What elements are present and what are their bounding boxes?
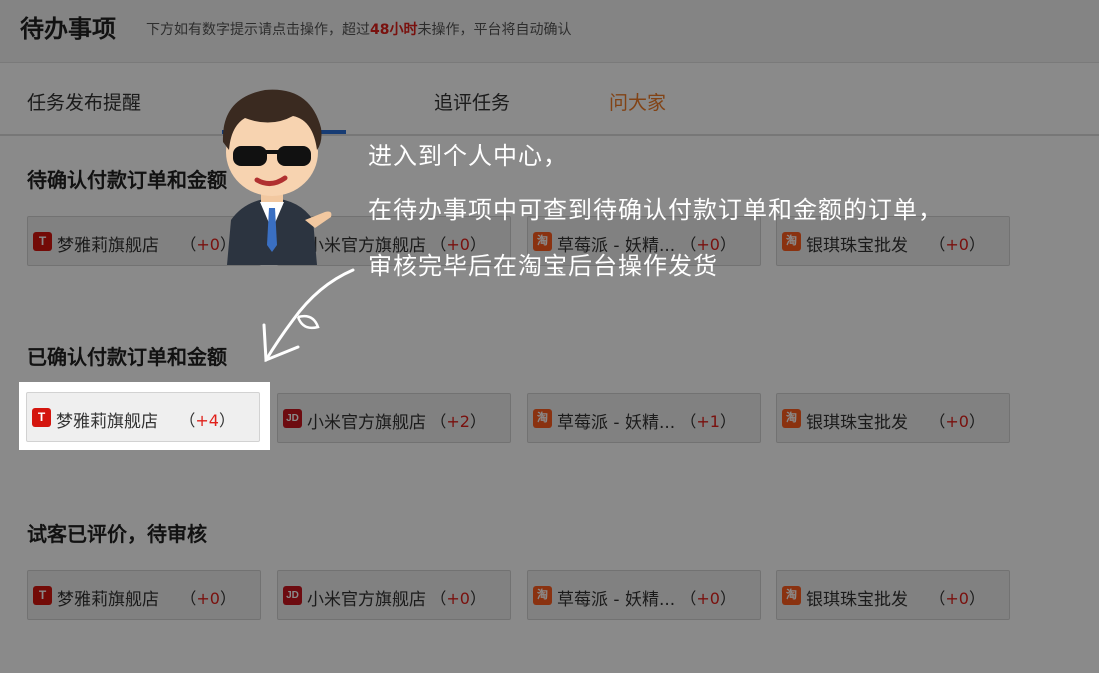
tab-bar: 任务发布提醒 任务7 追评任务 问大家: [0, 70, 1099, 136]
paren-close: ）: [218, 411, 235, 430]
taobao-icon: 淘: [782, 232, 801, 251]
tab-label: 任务发布提醒: [27, 92, 142, 114]
header-note-highlight: 48小时: [370, 22, 418, 38]
paren-open: （: [180, 235, 197, 254]
shop-count: （+0）: [680, 585, 736, 609]
section-title-pending-payment: 待确认付款订单和金额: [27, 168, 227, 192]
tab-ask-everyone[interactable]: 问大家: [609, 88, 666, 115]
paren-close: ）: [469, 589, 486, 608]
taobao-icon: 淘: [533, 586, 552, 605]
shop-card[interactable]: 淘 银琪珠宝批发 （+0）: [776, 570, 1010, 620]
paren-open: （: [929, 235, 946, 254]
tab-task-publish-reminder[interactable]: 任务发布提醒: [27, 88, 141, 115]
shop-card[interactable]: JD 小米官方旗舰店 （+0）: [277, 570, 511, 620]
tab-label: 追评任务: [434, 92, 511, 114]
count-value: +0: [945, 235, 969, 254]
count-value: +0: [696, 589, 720, 608]
shop-count: （+0）: [929, 408, 985, 432]
count-value: +0: [196, 589, 220, 608]
paren-open: （: [180, 589, 197, 608]
paren-close: ）: [968, 589, 985, 608]
tutorial-caption-line: 进入到个人中心，: [368, 142, 568, 170]
shop-count: （+0）: [430, 585, 486, 609]
count-value: +0: [446, 589, 470, 608]
count-value: +0: [945, 589, 969, 608]
page-header: 待办事项 下方如有数字提示请点击操作，超过48小时未操作，平台将自动确认: [0, 0, 1099, 63]
mascot-illustration: [222, 89, 332, 265]
paren-close: ）: [719, 235, 736, 254]
paren-close: ）: [968, 412, 985, 431]
count-value: +4: [195, 411, 219, 430]
shop-count: （+0）: [180, 585, 236, 609]
paren-close: ）: [719, 589, 736, 608]
paren-open: （: [929, 589, 946, 608]
shop-card[interactable]: T 梦雅莉旗舰店 （+4）: [26, 392, 260, 442]
shop-card[interactable]: 淘 草莓派 - 妖精... （+1）: [527, 393, 761, 443]
shop-name: 草莓派 - 妖精...: [557, 590, 676, 610]
taobao-icon: 淘: [533, 409, 552, 428]
count-value: +0: [945, 412, 969, 431]
paren-open: （: [430, 412, 447, 431]
paren-close: ）: [968, 235, 985, 254]
shop-name: 银琪珠宝批发: [806, 236, 908, 256]
tutorial-caption-line: 在待办事项中可查到待确认付款订单和金额的订单，: [368, 196, 943, 224]
paren-open: （: [929, 412, 946, 431]
jd-icon: JD: [283, 586, 302, 605]
header-note-prefix: 下方如有数字提示请点击操作，超过: [146, 22, 370, 38]
tab-label: 问大家: [609, 92, 667, 114]
shop-name: 梦雅莉旗舰店: [57, 590, 159, 610]
paren-open: （: [179, 411, 196, 430]
shop-count: （+2）: [430, 408, 486, 432]
header-note-suffix: 未操作，平台将自动确认: [417, 22, 572, 38]
tmall-icon: T: [33, 232, 52, 251]
section-title-confirmed-payment: 已确认付款订单和金额: [27, 345, 227, 369]
tutorial-spotlight: T 梦雅莉旗舰店 （+4）: [19, 382, 270, 450]
page: 待办事项 下方如有数字提示请点击操作，超过48小时未操作，平台将自动确认 任务发…: [0, 0, 1099, 673]
shop-name: 小米官方旗舰店: [307, 413, 426, 433]
count-value: +2: [446, 412, 470, 431]
paren-open: （: [680, 589, 697, 608]
tutorial-arrow-icon: [262, 268, 355, 363]
jd-icon: JD: [283, 409, 302, 428]
shop-count: （+1）: [680, 408, 736, 432]
tutorial-caption-line: 审核完毕后在淘宝后台操作发货: [368, 252, 718, 280]
tmall-icon: T: [33, 586, 52, 605]
shop-card[interactable]: JD 小米官方旗舰店 （+2）: [277, 393, 511, 443]
shop-name: 银琪珠宝批发: [806, 590, 908, 610]
shop-count: （+0）: [929, 231, 985, 255]
count-value: +1: [696, 412, 720, 431]
shop-name: 梦雅莉旗舰店: [56, 412, 158, 432]
paren-close: ）: [469, 412, 486, 431]
shop-name: 梦雅莉旗舰店: [57, 236, 159, 256]
paren-close: ）: [219, 589, 236, 608]
shop-count: （+4）: [179, 407, 235, 431]
tmall-icon: T: [32, 408, 51, 427]
paren-open: （: [680, 412, 697, 431]
shop-card[interactable]: T 梦雅莉旗舰店 （+0）: [27, 570, 261, 620]
page-title: 待办事项: [20, 15, 116, 43]
taobao-icon: 淘: [782, 409, 801, 428]
tab-follow-up-review[interactable]: 追评任务: [434, 88, 510, 115]
shop-name: 小米官方旗舰店: [307, 590, 426, 610]
paren-close: ）: [719, 412, 736, 431]
paren-open: （: [430, 589, 447, 608]
shop-count: （+0）: [929, 585, 985, 609]
shop-name: 草莓派 - 妖精...: [557, 413, 676, 433]
shop-card[interactable]: 淘 草莓派 - 妖精... （+0）: [527, 570, 761, 620]
section-title-reviewed-pending-audit: 试客已评价，待审核: [27, 522, 207, 546]
taobao-icon: 淘: [782, 586, 801, 605]
header-note: 下方如有数字提示请点击操作，超过48小时未操作，平台将自动确认: [146, 19, 571, 39]
shop-card[interactable]: 淘 银琪珠宝批发 （+0）: [776, 393, 1010, 443]
shop-name: 银琪珠宝批发: [806, 413, 908, 433]
